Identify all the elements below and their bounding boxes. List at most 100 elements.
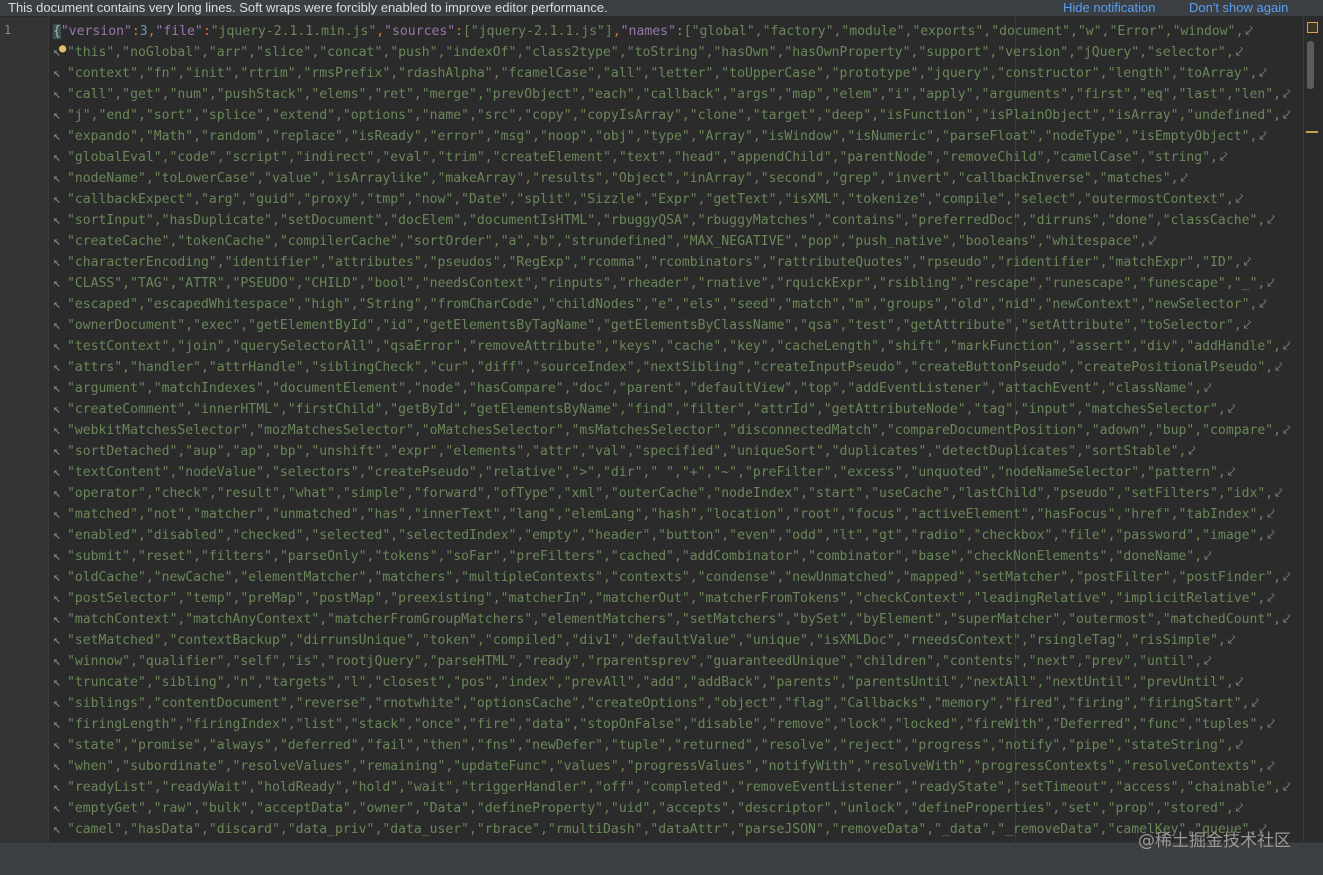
- wrapped-text: "emptyGet","raw","bulk","acceptData","ow…: [67, 801, 1234, 816]
- code-line-wrapped: ↖ "createComment","innerHTML","firstChild…: [49, 399, 1302, 420]
- hide-notification-link[interactable]: Hide notification: [1063, 0, 1156, 16]
- code-line-wrapped: ↖ "nodeName","toLowerCase","value","isArr…: [49, 168, 1302, 189]
- wrapped-text: "escaped","escapedWhitespace","high","St…: [67, 297, 1258, 312]
- code-line-wrapped: ↖ "textContent","nodeValue","selectors","…: [49, 462, 1302, 483]
- soft-wrap-in-icon: ↖: [53, 801, 61, 816]
- wrapped-text: "globalEval","code","script","indirect",…: [67, 150, 1218, 165]
- wrapped-text: "createComment","innerHTML","firstChild"…: [67, 402, 1226, 417]
- wrapped-text: "sortInput","hasDuplicate","setDocument"…: [67, 213, 1266, 228]
- notification-message: This document contains very long lines. …: [8, 0, 608, 15]
- soft-wrap-out-icon: ⤦: [1204, 549, 1212, 564]
- soft-wrap-in-icon: ↖: [53, 213, 61, 228]
- soft-wrap-in-icon: ↖: [53, 591, 61, 606]
- soft-wrap-out-icon: ⤦: [1283, 780, 1291, 795]
- json-key-sources: "sources": [384, 24, 456, 39]
- code-line-wrapped: ↖ "siblings","contentDocument","reverse",…: [49, 693, 1302, 714]
- soft-wrap-out-icon: ⤦: [1235, 801, 1244, 816]
- code-line-wrapped: ↖ "testContext","join","querySelectorAll"…: [49, 336, 1302, 357]
- dont-show-again-link[interactable]: Don't show again: [1189, 0, 1288, 16]
- wrapped-text: "expando","Math","random","replace","isR…: [67, 129, 1258, 144]
- json-value-version: 3: [139, 24, 148, 39]
- soft-wrap-out-icon: ⤦: [1283, 87, 1291, 102]
- soft-wrap-out-icon: ⤦: [1204, 381, 1212, 396]
- soft-wrap-out-icon: ⤦: [1259, 66, 1267, 81]
- code-lines: {"version":3,"file":"jquery-2.1.1.min.js…: [49, 21, 1302, 840]
- code-line-wrapped: ↖ "submit","reset","filters","parseOnly",…: [49, 546, 1302, 567]
- soft-wrap-out-icon: ⤦: [1267, 717, 1275, 732]
- wrapped-text: "oldCache","newCache","elementMatcher","…: [67, 570, 1281, 585]
- soft-wrap-in-icon: ↖: [53, 318, 61, 333]
- soft-wrap-out-icon: ⤦: [1227, 402, 1236, 417]
- long-lines-notification: This document contains very long lines. …: [0, 0, 1323, 17]
- soft-wrap-out-icon: ⤦: [1251, 696, 1259, 711]
- code-line-wrapped: ↖ "globalEval","code","script","indirect"…: [49, 147, 1302, 168]
- wrapped-text: "webkitMatchesSelector","mozMatchesSelec…: [67, 423, 1281, 438]
- soft-wrap-out-icon: ⤦: [1283, 108, 1291, 123]
- open-brace: {: [53, 24, 61, 39]
- wrapped-text: "nodeName","toLowerCase","value","isArra…: [67, 171, 1179, 186]
- soft-wrap-out-icon: ⤦: [1219, 150, 1228, 165]
- code-line-wrapped: ↖ "expando","Math","random","replace","is…: [49, 126, 1302, 147]
- json-value-names-start: ["global","factory","module","exports","…: [683, 24, 1244, 39]
- soft-wrap-out-icon: ⤦: [1283, 339, 1291, 354]
- soft-wrap-in-icon: ↖: [53, 654, 61, 669]
- code-line-wrapped: ↖ "j","end","sort","splice","extend","opt…: [49, 105, 1302, 126]
- error-stripe-mark[interactable]: [1306, 131, 1318, 133]
- soft-wrap-out-icon: ⤦: [1235, 45, 1244, 60]
- wrapped-text: "enabled","disabled","checked","selected…: [67, 528, 1266, 543]
- soft-wrap-in-icon: ↖: [53, 150, 61, 165]
- code-line-wrapped: ↖ "postSelector","temp","preMap","postMap…: [49, 588, 1302, 609]
- wrapped-text: "argument","matchIndexes","documentEleme…: [67, 381, 1203, 396]
- code-line-wrapped: ↖ "readyList","readyWait","holdReady","ho…: [49, 777, 1302, 798]
- code-line-wrapped: ↖ "webkitMatchesSelector","mozMatchesSele…: [49, 420, 1302, 441]
- wrapped-text: "submit","reset","filters","parseOnly","…: [67, 549, 1203, 564]
- code-line-wrapped: ↖ "escaped","escapedWhitespace","high","S…: [49, 294, 1302, 315]
- soft-wrap-out-icon: ⤦: [1227, 633, 1236, 648]
- soft-wrap-in-icon: ↖: [53, 738, 61, 753]
- wrapped-text: "ownerDocument","exec","getElementById",…: [67, 318, 1242, 333]
- code-line-wrapped: ↖ "attrs","handler","attrHandle","sibling…: [49, 357, 1302, 378]
- soft-wrap-in-icon: ↖: [53, 444, 61, 459]
- soft-wrap-out-icon: ⤦: [1267, 213, 1275, 228]
- soft-wrap-in-icon: ↖: [53, 297, 61, 312]
- line-number-gutter: 1: [0, 17, 49, 842]
- soft-wrap-in-icon: ↖: [53, 66, 61, 81]
- wrapped-text: "sortDetached","aup","ap","bp","unshift"…: [67, 444, 1187, 459]
- scrollbar-thumb[interactable]: [1307, 41, 1314, 89]
- soft-wrap-out-icon: ⤦: [1267, 507, 1275, 522]
- wrapped-text: "camel","hasData","discard","data_priv",…: [67, 822, 1258, 837]
- soft-wrap-in-icon: ↖: [53, 192, 61, 207]
- code-line-wrapped: ↖ "sortInput","hasDuplicate","setDocument…: [49, 210, 1302, 231]
- code-line-wrapped: ↖ "context","fn","init","rtrim","rmsPrefi…: [49, 63, 1302, 84]
- vertical-scrollbar[interactable]: [1303, 17, 1323, 842]
- soft-wrap-in-icon: ↖: [53, 696, 61, 711]
- soft-wrap-out-icon: ⤦: [1259, 297, 1267, 312]
- wrapped-text: "attrs","handler","attrHandle","siblingC…: [67, 360, 1274, 375]
- code-line-wrapped: ↖ "CLASS","TAG","ATTR","PSEUDO","CHILD","…: [49, 273, 1302, 294]
- code-editor[interactable]: ● {"version":3,"file":"jquery-2.1.1.min.…: [49, 17, 1302, 842]
- code-line-first: {"version":3,"file":"jquery-2.1.1.min.js…: [53, 24, 1253, 39]
- soft-wrap-in-icon: ↖: [53, 108, 61, 123]
- json-key-version: "version": [60, 24, 132, 39]
- code-line-wrapped: ↖ "setMatched","contextBackup","dirrunsUn…: [49, 630, 1302, 651]
- wrapped-text: "this","noGlobal","arr","slice","concat"…: [67, 45, 1234, 60]
- inspection-status-icon[interactable]: [1307, 22, 1318, 33]
- soft-wrap-in-icon: ↖: [53, 822, 61, 837]
- soft-wrap-out-icon: ⤦: [1267, 591, 1275, 606]
- watermark: @稀土掘金技术社区: [1138, 831, 1291, 851]
- soft-wrap-in-icon: ↖: [53, 507, 61, 522]
- wrapped-text: "matched","not","matcher","unmatched","h…: [67, 507, 1266, 522]
- soft-wrap-in-icon: ↖: [53, 339, 61, 354]
- soft-wrap-in-icon: ↖: [53, 486, 61, 501]
- soft-wrap-in-icon: ↖: [53, 171, 61, 186]
- json-value-file: "jquery-2.1.1.min.js": [210, 24, 377, 39]
- soft-wrap-out-icon: ⤦: [1267, 759, 1275, 774]
- wrapped-text: "firingLength","firingIndex","list","sta…: [67, 717, 1266, 732]
- code-line-wrapped: ↖ "matchContext","matchAnyContext","match…: [49, 609, 1302, 630]
- soft-wrap-out-icon: ⤦: [1235, 192, 1244, 207]
- code-line-wrapped: ↖ "characterEncoding","identifier","attri…: [49, 252, 1302, 273]
- soft-wrap-out-icon: ⤦: [1283, 612, 1291, 627]
- code-line-wrapped: ↖ "emptyGet","raw","bulk","acceptData","o…: [49, 798, 1302, 819]
- soft-wrap-out-icon: ⤦: [1267, 528, 1275, 543]
- code-line-wrapped: ↖ "sortDetached","aup","ap","bp","unshift…: [49, 441, 1302, 462]
